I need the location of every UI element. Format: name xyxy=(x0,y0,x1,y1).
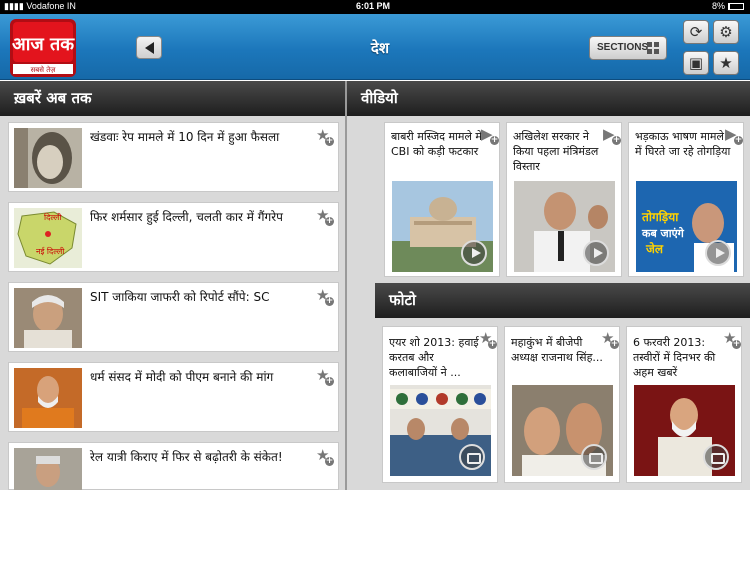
add-favorite-icon[interactable]: ★ + xyxy=(316,368,334,386)
photo-card[interactable]: 6 फरवरी 2013: तस्वीरों में दिनभर की अहम … xyxy=(626,326,742,483)
add-favorite-icon[interactable]: ★ + xyxy=(601,331,619,349)
camera-icon[interactable] xyxy=(703,444,729,470)
video-icon: ▣ xyxy=(688,54,704,72)
camera-icon[interactable] xyxy=(459,444,485,470)
add-favorite-icon[interactable]: ★ + xyxy=(316,288,334,306)
clock: 6:01 PM xyxy=(356,1,391,11)
news-item[interactable]: धर्म संसद में मोदी को पीएम बनाने की मांग… xyxy=(8,362,339,432)
news-thumbnail xyxy=(14,128,82,188)
play-icon[interactable] xyxy=(461,240,487,266)
news-thumbnail xyxy=(14,448,82,491)
video-title: बाबरी मस्जिद मामले में CBI को कड़ी फटकार xyxy=(391,130,482,158)
news-headline: SIT जाकिया जाफरी को रिपोर्ट सौंपे: SC xyxy=(90,290,270,304)
carrier-label: ▮▮▮▮ Vodafone IN xyxy=(4,1,76,11)
favorites-button[interactable]: ★ xyxy=(713,51,739,75)
video-panel-title: वीडियो xyxy=(361,89,398,107)
news-headline: फिर शर्मसार हुई दिल्ली, चलती कार में गैं… xyxy=(90,210,283,224)
add-favorite-icon[interactable]: ▶ + xyxy=(481,127,499,145)
battery-indicator: 8% xyxy=(712,1,744,11)
video-card[interactable]: बाबरी मस्जिद मामले में CBI को कड़ी फटकार… xyxy=(384,122,500,277)
aajtak-logo[interactable]: आज तक सबसे तेज़ xyxy=(8,17,78,79)
video-thumbnail xyxy=(514,181,615,272)
page-title: देश xyxy=(370,39,390,57)
video-button[interactable]: ▣ xyxy=(683,51,709,75)
battery-icon xyxy=(728,3,744,11)
add-favorite-icon[interactable]: ▶ + xyxy=(725,127,743,145)
photo-thumbnail xyxy=(634,385,735,476)
news-thumbnail xyxy=(14,288,82,348)
refresh-icon: ⟳ xyxy=(689,23,703,41)
settings-button[interactable]: ⚙ xyxy=(713,20,739,44)
grid-icon xyxy=(647,42,660,55)
svg-text:कब जाएंगे: कब जाएंगे xyxy=(641,226,685,240)
panel-divider xyxy=(345,81,347,490)
photo-card[interactable]: एयर शो 2013: हवाई करतब और कलाबाजियों ने … xyxy=(382,326,498,483)
news-thumbnail: दिल्ली नई दिल्ली xyxy=(14,208,82,268)
photo-title: 6 फरवरी 2013: तस्वीरों में दिनभर की अहम … xyxy=(633,336,716,379)
add-favorite-icon[interactable]: ★ + xyxy=(723,331,741,349)
add-favorite-icon[interactable]: ★ + xyxy=(316,448,334,466)
news-item[interactable]: खंडवाः रेप मामले में 10 दिन में हुआ फैसल… xyxy=(8,122,339,192)
news-headline: रेल यात्री किराए में फिर से बढ़ोतरी के स… xyxy=(90,450,283,464)
status-bar: ▮▮▮▮ Vodafone IN 6:01 PM 8% xyxy=(0,0,750,14)
camera-icon[interactable] xyxy=(581,444,607,470)
refresh-button[interactable]: ⟳ xyxy=(683,20,709,44)
photo-thumbnail xyxy=(512,385,613,476)
svg-text:जेल: जेल xyxy=(645,242,664,256)
star-icon: ★ xyxy=(719,54,733,72)
settings-icon: ⚙ xyxy=(719,23,733,41)
bottom-blank-area xyxy=(0,490,750,563)
video-card[interactable]: भड़काऊ भाषण मामले में घिरते जा रहे तोगड़… xyxy=(628,122,744,277)
photo-thumbnail xyxy=(390,385,491,476)
news-item[interactable]: रेल यात्री किराए में फिर से बढ़ोतरी के स… xyxy=(8,442,339,491)
add-favorite-icon[interactable]: ★ + xyxy=(316,208,334,226)
photo-card[interactable]: महाकुंभ में बीजेपी अध्यक्ष राजनाथ सिंह..… xyxy=(504,326,620,483)
sections-label: SECTIONS xyxy=(597,42,649,53)
photo-panel-header: फोटो xyxy=(375,283,750,318)
news-panel-header: ख़बरें अब तक xyxy=(0,81,345,116)
add-favorite-icon[interactable]: ★ + xyxy=(479,331,497,349)
photo-title: महाकुंभ में बीजेपी अध्यक्ष राजनाथ सिंह..… xyxy=(511,336,603,364)
news-headline: धर्म संसद में मोदी को पीएम बनाने की मांग xyxy=(90,370,274,384)
news-panel-title: ख़बरें अब तक xyxy=(14,89,92,107)
play-icon[interactable] xyxy=(583,240,609,266)
video-title: भड़काऊ भाषण मामले में घिरते जा रहे तोगड़… xyxy=(635,130,731,158)
add-favorite-icon[interactable]: ▶ + xyxy=(603,127,621,145)
app-header: आज तक सबसे तेज़ देश SECTIONS ⟳ ⚙ ▣ ★ xyxy=(0,14,750,80)
logo-text: आज तक xyxy=(12,34,75,55)
video-card[interactable]: अखिलेश सरकार ने किया पहला मंत्रिमंडल विस… xyxy=(506,122,622,277)
svg-text:तोगड़िया: तोगड़िया xyxy=(641,210,679,224)
logo-tagline: सबसे तेज़ xyxy=(31,65,57,74)
svg-text:दिल्ली: दिल्ली xyxy=(44,212,62,222)
video-title: अखिलेश सरकार ने किया पहला मंत्रिमंडल विस… xyxy=(513,130,599,173)
photo-panel-title: फोटो xyxy=(389,291,416,309)
back-button[interactable] xyxy=(136,36,162,59)
signal-icon: ▮▮▮▮ xyxy=(4,1,27,11)
news-thumbnail xyxy=(14,368,82,428)
video-panel-header: वीडियो xyxy=(347,81,750,116)
sections-button[interactable]: SECTIONS xyxy=(589,36,667,60)
add-favorite-icon[interactable]: ★ + xyxy=(316,128,334,146)
video-thumbnail: तोगड़िया कब जाएंगे जेल xyxy=(636,181,737,272)
svg-text:नई दिल्ली: नई दिल्ली xyxy=(36,246,65,256)
news-headline: खंडवाः रेप मामले में 10 दिन में हुआ फैसल… xyxy=(90,130,280,144)
photo-title: एयर शो 2013: हवाई करतब और कलाबाजियों ने … xyxy=(389,336,479,379)
news-item[interactable]: SIT जाकिया जाफरी को रिपोर्ट सौंपे: SC ★ + xyxy=(8,282,339,352)
news-item[interactable]: दिल्ली नई दिल्ली फिर शर्मसार हुई दिल्ली, … xyxy=(8,202,339,272)
play-icon[interactable] xyxy=(705,240,731,266)
video-thumbnail xyxy=(392,181,493,272)
